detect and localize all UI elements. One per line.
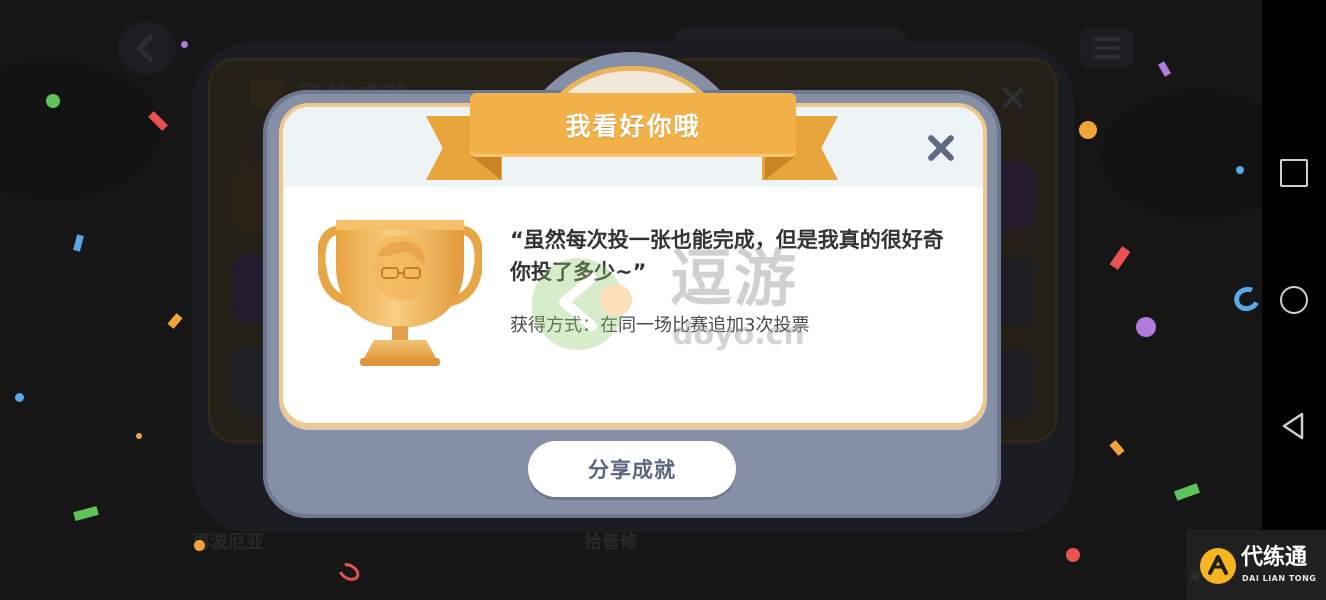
confetti-piece bbox=[1079, 121, 1097, 139]
badge-logo-icon bbox=[1200, 548, 1236, 584]
confetti-piece bbox=[1136, 317, 1156, 337]
badge-title: 代练通 bbox=[1241, 545, 1308, 570]
close-icon[interactable] bbox=[923, 130, 959, 166]
watermark-domain: doyo.cn bbox=[672, 317, 805, 352]
watermark-text: 逗游 bbox=[670, 242, 799, 315]
trophy-icon bbox=[318, 220, 482, 366]
confetti-piece bbox=[1236, 166, 1244, 174]
palm-leaf-decoration bbox=[0, 60, 160, 200]
share-button-label: 分享成就 bbox=[588, 458, 676, 482]
achievement-title: 我看好你哦 bbox=[565, 112, 701, 141]
confetti-piece bbox=[194, 540, 205, 551]
share-achievement-button[interactable]: 分享成就 bbox=[528, 441, 736, 497]
palm-leaf-decoration bbox=[1100, 90, 1262, 220]
badge-subtitle: DAI LIAN TONG bbox=[1242, 574, 1317, 583]
confetti-piece bbox=[136, 433, 142, 439]
home-icon[interactable] bbox=[1280, 286, 1308, 314]
system-nav-bar bbox=[1262, 0, 1326, 600]
recents-icon[interactable] bbox=[1280, 159, 1308, 187]
title-ribbon: 我看好你哦 bbox=[470, 93, 796, 157]
panel-close-icon[interactable]: ✕ bbox=[998, 82, 1028, 118]
confetti-piece bbox=[1066, 548, 1080, 562]
back-button[interactable] bbox=[118, 22, 176, 74]
confetti-piece bbox=[46, 94, 60, 108]
confetti-piece bbox=[15, 393, 24, 402]
watermark-logo bbox=[532, 258, 632, 350]
back-icon[interactable] bbox=[1280, 412, 1308, 440]
menu-button[interactable] bbox=[1080, 28, 1134, 68]
bottom-item-label: 拾普修 bbox=[584, 532, 638, 553]
confetti-piece bbox=[181, 41, 188, 48]
